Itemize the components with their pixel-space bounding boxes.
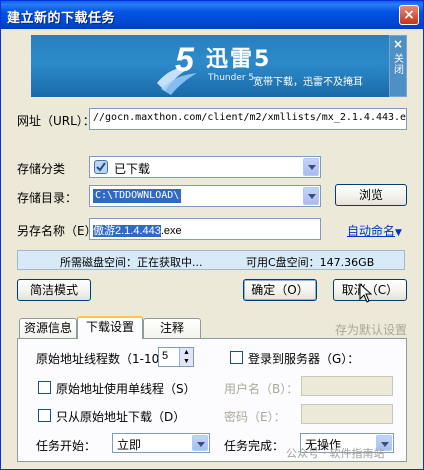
banner-close-label: 关闭: [394, 54, 404, 76]
chevron-up-icon[interactable]: ▲: [179, 348, 193, 357]
task-start-label: 任务开始：: [36, 439, 97, 453]
brand-title: 迅雷5: [206, 47, 272, 72]
save-as-extension: .exe: [160, 225, 182, 237]
available-space-text: 可用C盘空间：147.36GB: [246, 256, 375, 269]
directory-label: 存储目录：: [17, 191, 78, 205]
banner-side-panel[interactable]: × 关闭: [389, 35, 407, 97]
directory-value[interactable]: C:\TDDOWNLOAD\: [93, 189, 182, 203]
close-button[interactable]: ×: [399, 5, 419, 25]
brand-slogan: 宽带下载，迅雷不及掩耳: [253, 77, 363, 88]
save-default-link[interactable]: 存为默认设置: [335, 321, 407, 338]
chevron-down-icon[interactable]: [303, 187, 319, 205]
username-label: 用户名（B）：: [224, 382, 299, 396]
dialog-window: 建立新的下载任务 × 5 迅雷5 Thunder 5 宽带下载，迅雷不及掩耳 ×…: [0, 0, 424, 470]
browse-button[interactable]: 浏览: [335, 184, 407, 206]
single-thread-label: 原始地址使用单线程（S）: [56, 382, 196, 396]
banner-close-icon[interactable]: ×: [393, 37, 403, 51]
tab-resource-info[interactable]: 资源信息: [19, 318, 77, 338]
password-label: 密码（E）：: [224, 410, 286, 424]
only-original-checkbox[interactable]: [38, 409, 51, 422]
category-select[interactable]: 已下载: [89, 156, 321, 178]
thunder-banner: 5 迅雷5 Thunder 5 宽带下载，迅雷不及掩耳: [31, 35, 389, 97]
threads-value: 5: [162, 350, 169, 362]
title-bar[interactable]: 建立新的下载任务 ×: [1, 1, 423, 29]
save-as-input[interactable]: 傲游2.1.4.443.exe: [89, 218, 321, 240]
threads-stepper[interactable]: 5 ▲ ▼: [158, 347, 194, 367]
disk-space-status: 所需磁盘空间：正在获取中... 可用C盘空间：147.36GB: [17, 250, 405, 270]
category-label: 存储分类: [17, 162, 66, 176]
tab-download-settings[interactable]: 下载设置: [77, 316, 143, 339]
folder-check-icon: [94, 160, 108, 174]
window-title: 建立新的下载任务: [7, 11, 116, 26]
login-label: 登录到服务器（G）：: [248, 352, 360, 366]
url-label: 网址（URL）：: [17, 114, 95, 128]
password-field[interactable]: [301, 404, 393, 424]
username-field[interactable]: [301, 376, 393, 396]
svg-text:5: 5: [175, 41, 195, 79]
chevron-down-icon: ▼: [395, 228, 402, 238]
task-start-select[interactable]: 立即: [112, 433, 210, 453]
single-thread-checkbox[interactable]: [38, 381, 51, 394]
chevron-down-icon[interactable]: ▼: [179, 357, 193, 366]
task-start-value: 立即: [117, 438, 142, 452]
directory-select[interactable]: C:\TDDOWNLOAD\: [89, 185, 321, 207]
mouse-cursor-icon: [359, 283, 373, 303]
ok-button[interactable]: 确定（O）: [243, 279, 317, 301]
watermark: 公众号 · 软件指南站: [286, 447, 385, 460]
tab-notes[interactable]: 注释: [143, 318, 201, 338]
save-as-selected-text: 傲游2.1.4.443: [93, 225, 161, 237]
chevron-down-icon[interactable]: [192, 435, 208, 451]
url-input[interactable]: //gocn.maxthon.com/client/m2/xmllists/mx…: [89, 108, 407, 130]
simple-mode-button[interactable]: 简洁模式: [17, 279, 91, 301]
threads-label: 原始地址线程数（1-10）: [36, 352, 172, 366]
auto-name-label: 自动命名: [347, 224, 396, 238]
task-finish-label: 任务完成：: [224, 439, 285, 453]
download-settings-panel: 原始地址线程数（1-10） 5 ▲ ▼ 登录到服务器（G）： 原始地址使用单线程…: [17, 338, 407, 462]
category-value: 已下载: [114, 162, 151, 176]
chevron-down-icon[interactable]: [303, 158, 319, 176]
brand-subtitle: Thunder 5: [208, 73, 255, 83]
only-original-label: 只从原始地址下载（D）: [56, 410, 186, 424]
auto-name-link[interactable]: 自动命名▼: [347, 222, 402, 239]
required-space-text: 所需磁盘空间：正在获取中...: [60, 256, 203, 269]
login-checkbox[interactable]: [230, 351, 243, 364]
thunder-logo-icon: 5: [157, 41, 197, 95]
